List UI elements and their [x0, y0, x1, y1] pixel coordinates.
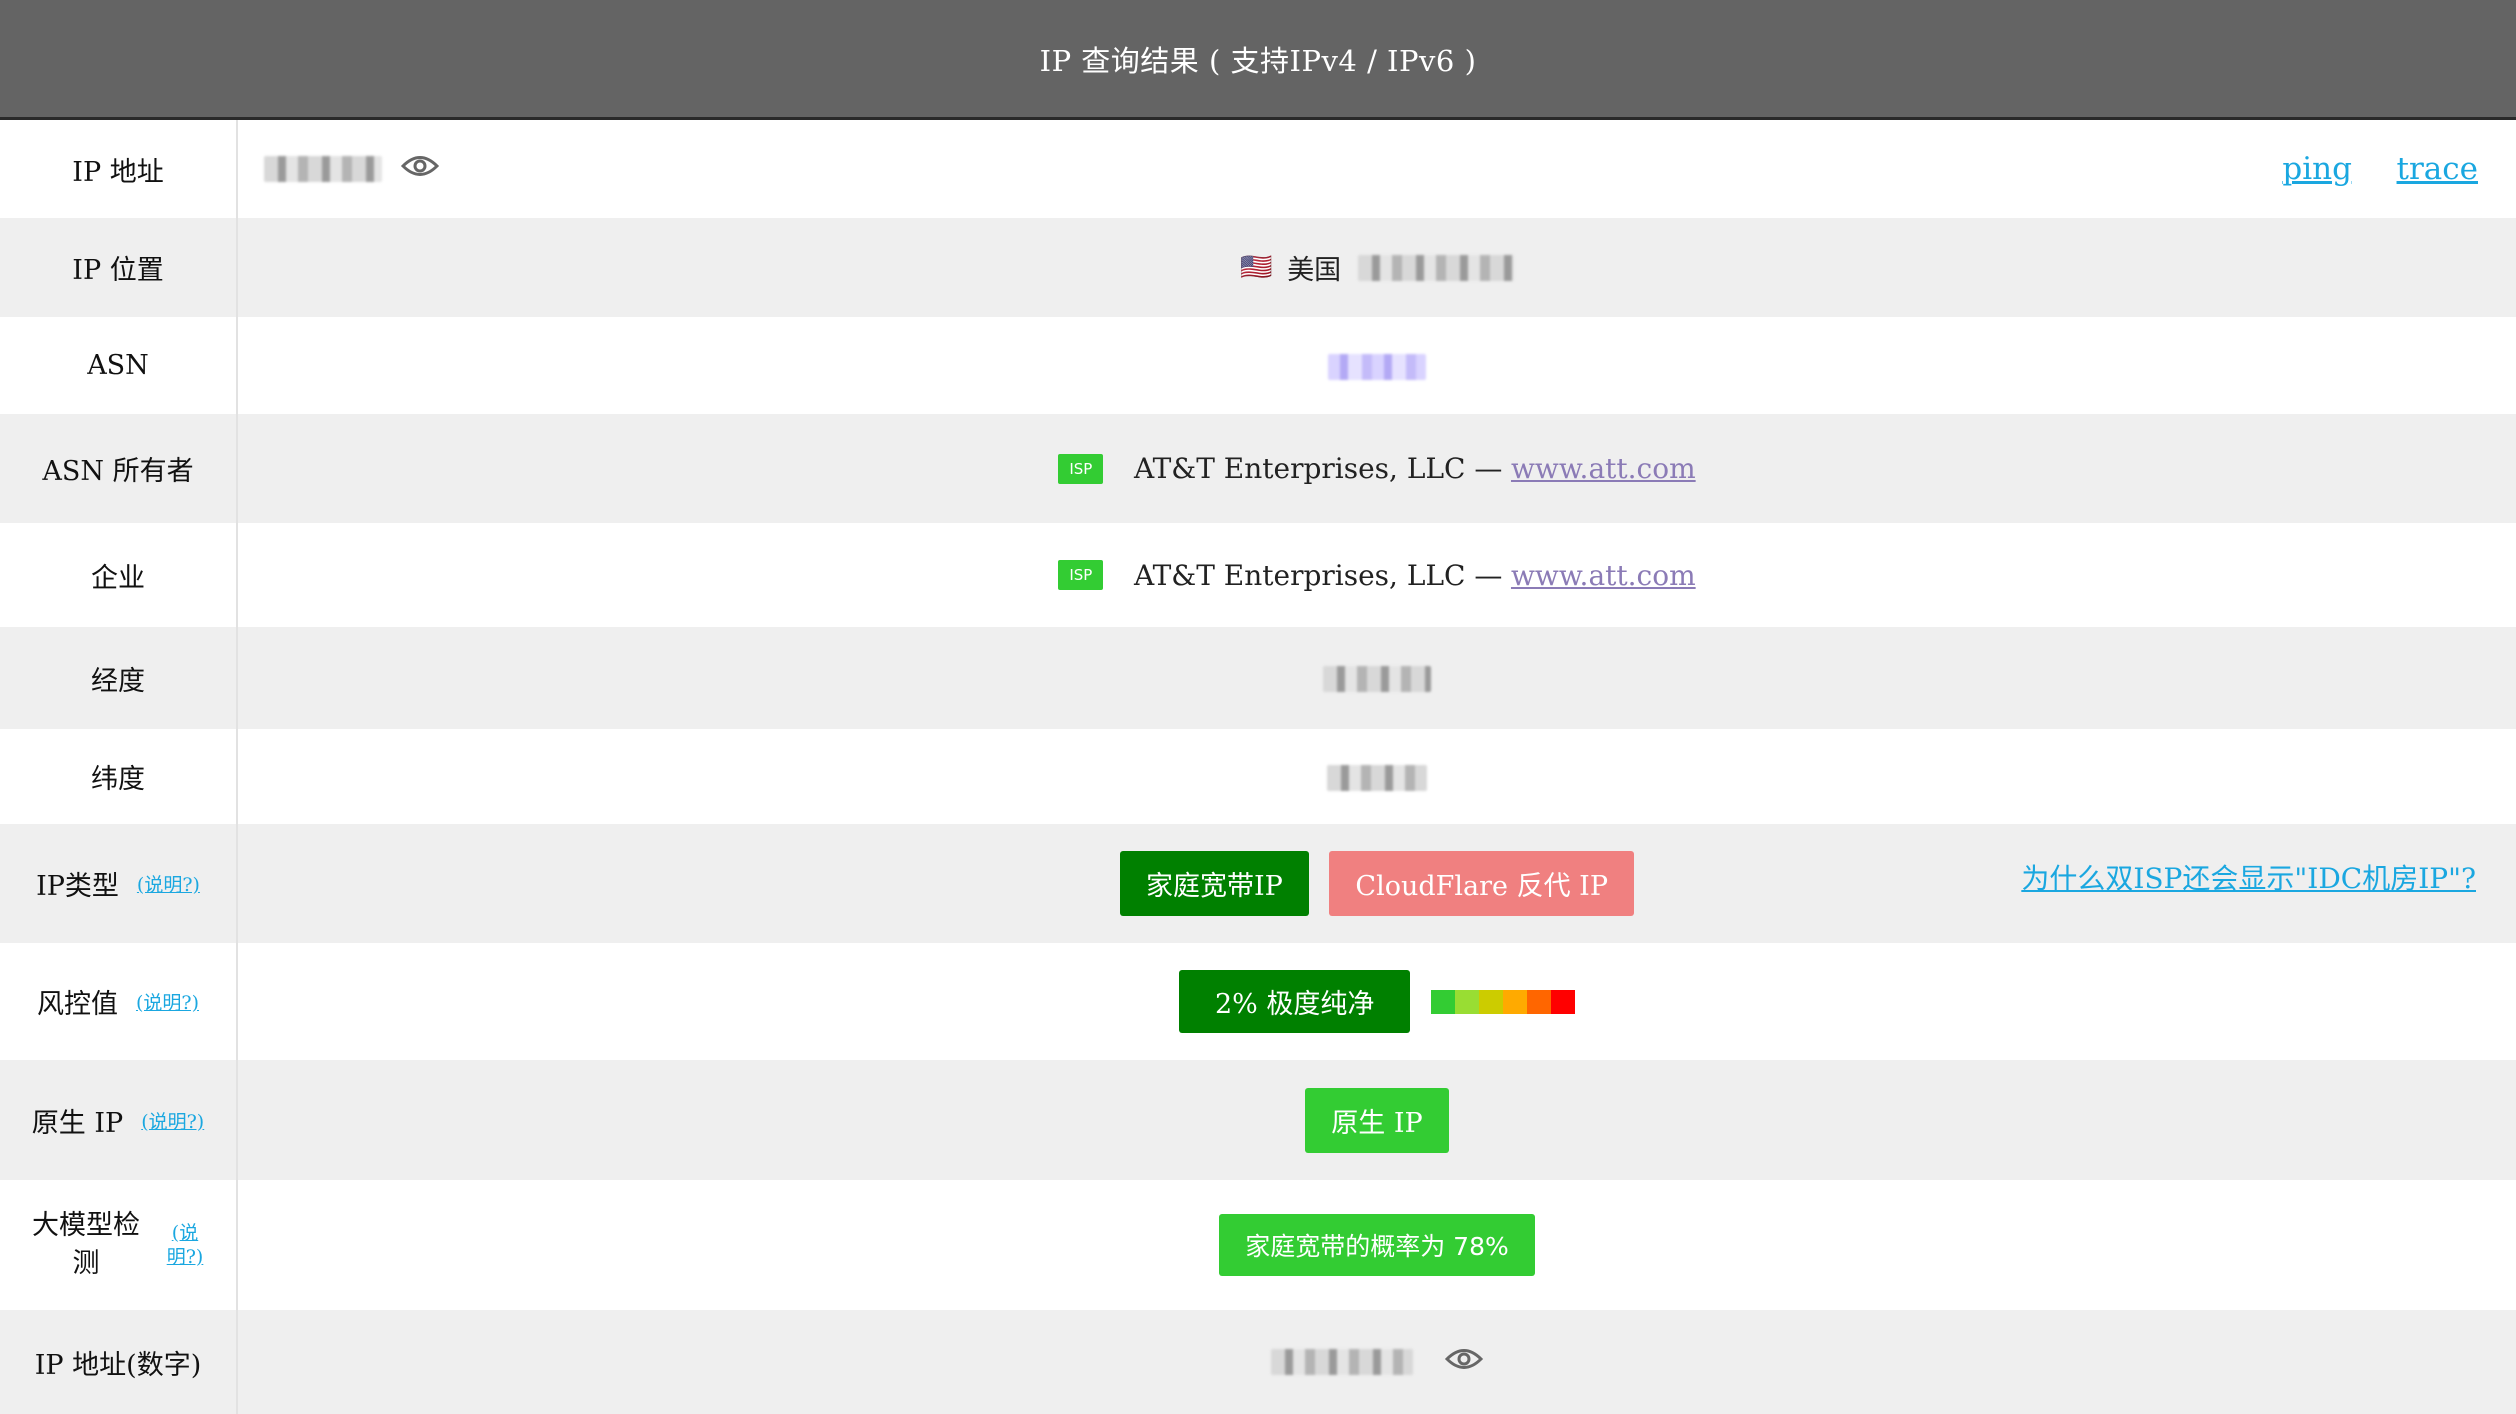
row-ip-type: IP类型 (说明?) 家庭宽带IP CloudFlare 反代 IP 为什么双I…: [0, 824, 2516, 943]
ip-numeric-redacted: [1270, 1349, 1413, 1375]
native-ip-badge: 原生 IP: [1305, 1087, 1449, 1153]
asn-redacted-link[interactable]: [1328, 353, 1426, 380]
label-ip-address: IP 地址: [0, 120, 238, 218]
row-company: 企业 ISP AT&T Enterprises, LLC — www.att.c…: [0, 523, 2516, 627]
risk-explain-link[interactable]: (说明?): [136, 988, 199, 1015]
trace-link[interactable]: trace: [2397, 151, 2478, 187]
row-ip-address: IP 地址 ping trace: [0, 120, 2516, 218]
label-latitude: 纬度: [0, 729, 238, 824]
row-ip-location: IP 位置 🇺🇸 美国: [0, 218, 2516, 317]
label-ip-location: IP 位置: [0, 218, 238, 317]
result-table: IP 地址 ping trace IP 位置 🇺🇸 美国 ASN ASN 所有者: [0, 120, 2516, 1414]
risk-meter-segment: [1479, 989, 1503, 1014]
row-longitude: 经度: [0, 627, 2516, 729]
label-ip-type: IP类型: [36, 871, 119, 902]
risk-meter-segment: [1551, 989, 1575, 1014]
isp-badge: ISP: [1058, 453, 1104, 484]
longitude-redacted: [1323, 666, 1431, 692]
row-risk: 风控值 (说明?) 2% 极度纯净: [0, 943, 2516, 1060]
country-text: 美国: [1287, 255, 1342, 286]
eye-icon[interactable]: [400, 153, 439, 186]
risk-meter-segment: [1503, 989, 1527, 1014]
ping-link[interactable]: ping: [2282, 151, 2352, 187]
risk-meter-segment: [1431, 989, 1455, 1014]
row-asn-owner: ASN 所有者 ISP AT&T Enterprises, LLC — www.…: [0, 414, 2516, 523]
company-website-link[interactable]: www.att.com: [1511, 559, 1696, 592]
row-latitude: 纬度: [0, 729, 2516, 824]
us-flag-icon: 🇺🇸: [1240, 252, 1273, 283]
page-header: IP 查询结果 ( 支持IPv4 / IPv6 ): [0, 0, 2516, 120]
label-asn: ASN: [0, 317, 238, 414]
label-llm-detect: 大模型检测: [32, 1210, 140, 1279]
company-name: AT&T Enterprises, LLC —: [1133, 558, 1503, 592]
ip-type-explain-link[interactable]: (说明?): [137, 870, 200, 897]
row-asn: ASN: [0, 317, 2516, 414]
label-company: 企业: [0, 523, 238, 627]
latitude-redacted: [1327, 764, 1427, 791]
eye-icon[interactable]: [1445, 1346, 1484, 1379]
llm-result-badge: 家庭宽带的概率为 78%: [1219, 1214, 1535, 1276]
ip-address-redacted: [264, 156, 382, 182]
home-broadband-tag: 家庭宽带IP: [1119, 851, 1309, 916]
location-redacted: [1357, 254, 1514, 281]
risk-meter: [1431, 989, 1575, 1014]
label-longitude: 经度: [0, 627, 238, 729]
risk-score-badge: 2% 极度纯净: [1178, 970, 1411, 1033]
label-native-ip: 原生 IP: [31, 1107, 124, 1139]
cloudflare-proxy-tag: CloudFlare 反代 IP: [1329, 851, 1634, 916]
row-native-ip: 原生 IP (说明?) 原生 IP: [0, 1060, 2516, 1180]
row-ip-numeric: IP 地址(数字): [0, 1310, 2516, 1414]
page-title: IP 查询结果 ( 支持IPv4 / IPv6 ): [1039, 43, 1477, 78]
asn-owner-website-link[interactable]: www.att.com: [1511, 452, 1696, 485]
risk-meter-segment: [1527, 989, 1551, 1014]
llm-detect-explain-link[interactable]: (说明?): [162, 1221, 208, 1269]
isp-badge: ISP: [1058, 560, 1104, 590]
dual-isp-idc-link[interactable]: 为什么双ISP还会显示"IDC机房IP"?: [2021, 857, 2476, 897]
row-llm-detect: 大模型检测 (说明?) 家庭宽带的概率为 78%: [0, 1180, 2516, 1310]
risk-meter-segment: [1455, 989, 1479, 1014]
native-ip-explain-link[interactable]: (说明?): [141, 1107, 204, 1134]
label-ip-numeric: IP 地址(数字): [0, 1310, 238, 1414]
label-risk: 风控值: [36, 989, 118, 1020]
asn-owner-name: AT&T Enterprises, LLC —: [1133, 452, 1503, 485]
label-asn-owner: ASN 所有者: [0, 414, 238, 523]
